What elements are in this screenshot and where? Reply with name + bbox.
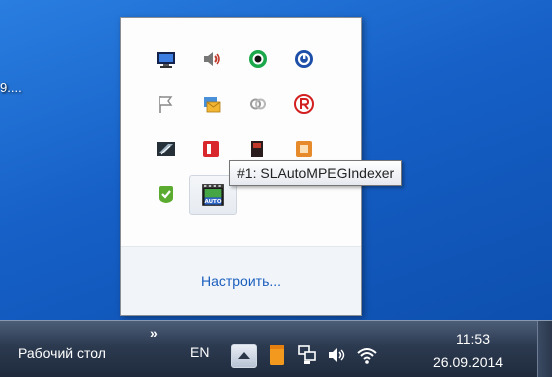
- red-app-icon: [203, 141, 219, 157]
- taskbar: Рабочий стол » EN 11:53 26.09.2014: [0, 320, 552, 377]
- volume-icon[interactable]: [326, 344, 348, 366]
- language-indicator[interactable]: EN: [190, 344, 209, 360]
- tray-item-mail[interactable]: [189, 85, 235, 123]
- desktop-toolbar-label[interactable]: Рабочий стол: [18, 345, 106, 361]
- auto-film-icon: AUTO: [202, 184, 224, 206]
- monitor-app-icon: [157, 52, 175, 68]
- tray-item-volume[interactable]: [189, 40, 235, 78]
- tray-item-blue-power[interactable]: [281, 40, 327, 78]
- tray-item-graphics[interactable]: [143, 130, 189, 168]
- red-r-icon: [294, 94, 314, 114]
- tray-item-action-center[interactable]: [143, 85, 189, 123]
- tray-item-green-circle[interactable]: [235, 40, 281, 78]
- mail-notify-icon: [204, 97, 221, 113]
- graphics-card-icon: [157, 142, 175, 156]
- desktop-icon-label[interactable]: 9....: [0, 80, 22, 95]
- speaker-icon: [204, 52, 220, 66]
- customize-link[interactable]: Настроить...: [121, 273, 361, 289]
- wifi-icon[interactable]: [356, 344, 378, 366]
- tooltip: #1: SLAutoMPEGIndexer: [229, 160, 403, 186]
- tray-item-green-check[interactable]: [143, 175, 189, 213]
- orange-app-icon: [296, 141, 312, 157]
- clock-time[interactable]: 11:53: [456, 331, 490, 347]
- clock-date[interactable]: 26.09.2014: [433, 354, 503, 370]
- link-rings-icon: [250, 98, 266, 110]
- show-hidden-icons-button[interactable]: [231, 344, 257, 368]
- green-circle-icon: [249, 50, 267, 68]
- tray-item-link[interactable]: [235, 85, 281, 123]
- blue-power-icon: [295, 50, 313, 68]
- action-center-flag-icon: [159, 96, 173, 113]
- green-check-icon: [159, 186, 173, 203]
- tray-item-monitor[interactable]: [143, 40, 189, 78]
- orange-tray-app-icon[interactable]: [266, 344, 288, 366]
- auto-film-icon-label: AUTO: [204, 199, 221, 205]
- network-icon[interactable]: [296, 344, 318, 366]
- tray-item-red-r[interactable]: [281, 85, 327, 123]
- dark-app-icon: [251, 141, 263, 157]
- show-desktop-button[interactable]: [537, 321, 552, 377]
- toolbar-chevron[interactable]: »: [150, 325, 158, 341]
- panel-footer: Настроить...: [121, 247, 361, 315]
